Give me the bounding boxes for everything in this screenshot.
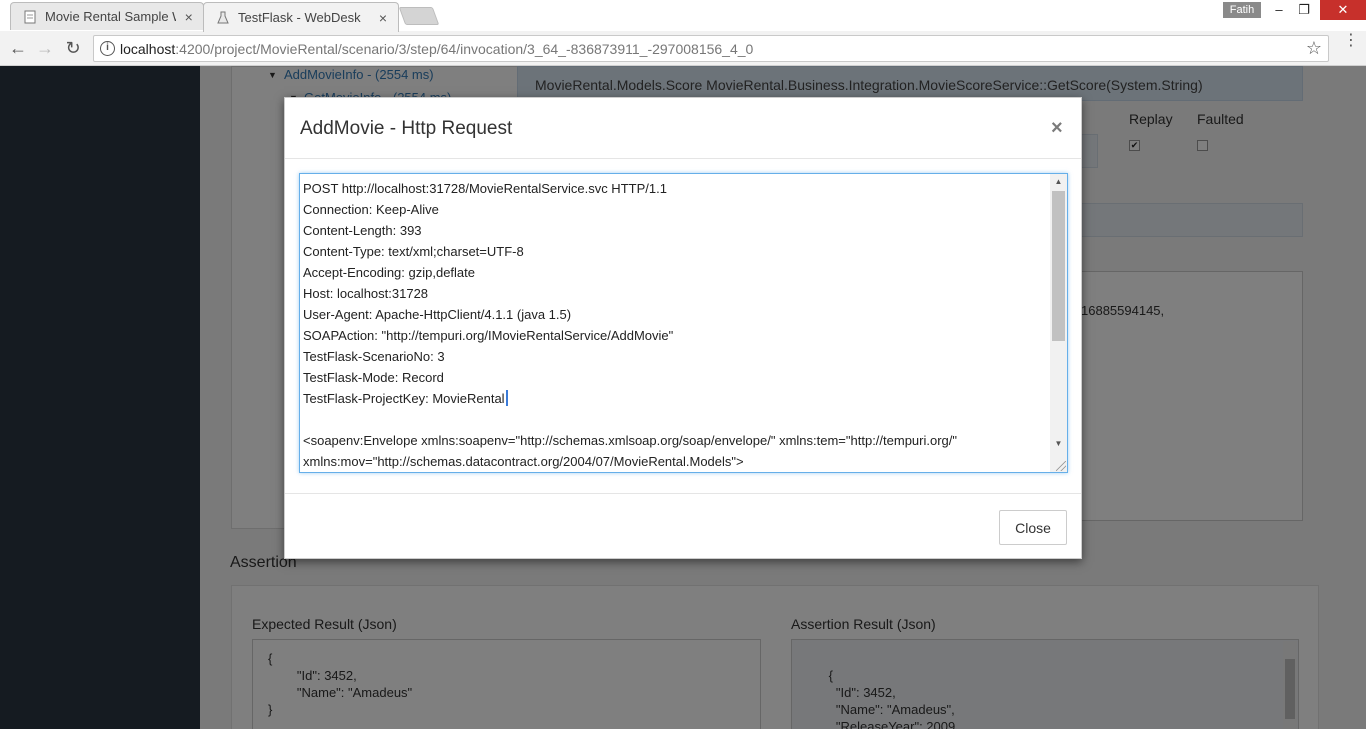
tab-close-icon[interactable]: ×	[182, 9, 195, 25]
browser-menu-icon[interactable]: ⋮	[1343, 33, 1359, 49]
request-line: SOAPAction: "http://tempuri.org/IMovieRe…	[303, 328, 674, 343]
close-icon[interactable]: ×	[1051, 117, 1063, 140]
url-path: :4200/project/MovieRental/scenario/3/ste…	[175, 41, 754, 57]
request-line-with-caret: TestFlask-ProjectKey: MovieRental	[303, 388, 1048, 409]
request-line: TestFlask-Mode: Record	[303, 370, 444, 385]
request-line	[303, 409, 1048, 430]
tab-title: Movie Rental Sample We	[45, 9, 176, 24]
reload-icon[interactable]: ↻	[61, 37, 85, 59]
resize-handle-icon[interactable]	[1056, 461, 1066, 471]
new-tab-button[interactable]	[398, 7, 440, 25]
request-lines: POST http://localhost:31728/MovieRentalS…	[303, 178, 1048, 472]
request-line: Accept-Encoding: gzip,deflate	[303, 265, 475, 280]
request-line: User-Agent: Apache-HttpClient/4.1.1 (jav…	[303, 307, 572, 322]
document-icon	[24, 10, 36, 23]
address-bar[interactable]: i localhost:4200/project/MovieRental/sce…	[93, 35, 1329, 62]
request-line: Content-Length: 393	[303, 223, 422, 238]
bookmark-star-icon[interactable]: ☆	[1306, 38, 1322, 59]
profile-badge[interactable]: Fatih	[1223, 2, 1261, 18]
text-caret	[505, 390, 508, 406]
textarea-scrollbar[interactable]: ▲ ▼	[1050, 174, 1067, 472]
flask-icon	[217, 11, 229, 23]
modal-header: AddMovie - Http Request ×	[285, 98, 1081, 159]
scroll-down-icon[interactable]: ▼	[1050, 436, 1067, 452]
close-button[interactable]: Close	[999, 510, 1067, 545]
request-line: xmlns:mov="http://schemas.datacontract.o…	[303, 454, 744, 469]
tab-testflask[interactable]: TestFlask - WebDesk ×	[203, 2, 399, 32]
http-request-textarea[interactable]: POST http://localhost:31728/MovieRentalS…	[299, 173, 1068, 473]
browser-tabstrip: Movie Rental Sample We × TestFlask - Web…	[0, 0, 1366, 32]
modal-body: POST http://localhost:31728/MovieRentalS…	[285, 159, 1081, 493]
modal-footer: Close	[285, 493, 1081, 558]
request-line: <soapenv:Envelope xmlns:soapenv="http://…	[303, 433, 957, 448]
tab-close-icon[interactable]: ×	[376, 10, 390, 26]
tab-movie-rental[interactable]: Movie Rental Sample We ×	[10, 2, 204, 30]
request-line: POST http://localhost:31728/MovieRentalS…	[303, 181, 667, 196]
request-line-text: TestFlask-ProjectKey: MovieRental	[303, 391, 505, 406]
scroll-up-icon[interactable]: ▲	[1050, 174, 1067, 190]
request-line: Host: localhost:31728	[303, 286, 429, 301]
request-line: TestFlask-ScenarioNo: 3	[303, 349, 445, 364]
forward-icon[interactable]: →	[33, 37, 57, 59]
browser-toolbar: ← → ↻ i localhost:4200/project/MovieRent…	[0, 31, 1366, 66]
scrollbar-thumb[interactable]	[1052, 191, 1065, 341]
request-line: Connection: Keep-Alive	[303, 202, 439, 217]
request-line: Content-Type: text/xml;charset=UTF-8	[303, 244, 524, 259]
http-request-modal: AddMovie - Http Request × POST http://lo…	[284, 97, 1082, 559]
window-close-icon[interactable]: ✕	[1320, 0, 1366, 20]
info-icon[interactable]: i	[100, 41, 115, 56]
modal-title: AddMovie - Http Request	[300, 118, 513, 139]
back-icon[interactable]: ←	[6, 37, 30, 59]
url-text[interactable]: localhost:4200/project/MovieRental/scena…	[120, 41, 753, 57]
tab-title: TestFlask - WebDesk	[238, 10, 361, 25]
restore-icon[interactable]: ❐	[1289, 0, 1319, 20]
url-host: localhost	[120, 41, 176, 57]
